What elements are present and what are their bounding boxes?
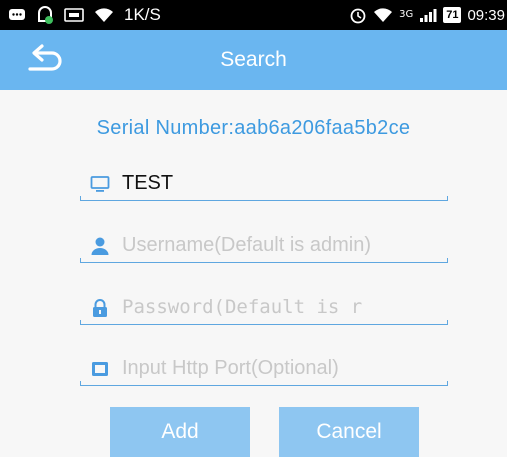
device-name-underline xyxy=(80,196,448,201)
status-bar-left: 1K/S xyxy=(0,5,161,25)
wifi-icon xyxy=(95,8,113,22)
username-field xyxy=(80,227,448,263)
alarm-icon xyxy=(350,8,366,24)
device-name-field xyxy=(80,165,448,201)
username-underline xyxy=(80,258,448,263)
http-port-underline xyxy=(80,381,448,386)
network-type: 3G xyxy=(399,9,414,20)
app-header: Search xyxy=(0,30,507,90)
user-icon xyxy=(91,237,109,255)
screen-cast-icon xyxy=(64,8,84,22)
chat-icon xyxy=(9,9,25,20)
serial-number-label: Serial Number:aab6a206faa5b2ce xyxy=(96,117,411,139)
clock: 09:39 xyxy=(467,6,505,24)
status-bar-right: 3G 71 09:39 xyxy=(349,0,507,30)
cancel-button[interactable]: Cancel xyxy=(279,407,419,457)
http-port-field xyxy=(80,350,448,386)
port-icon xyxy=(92,362,108,376)
add-button[interactable]: Add xyxy=(110,407,250,457)
http-port-input[interactable] xyxy=(122,350,444,386)
monitor-icon xyxy=(90,176,110,192)
username-input[interactable] xyxy=(122,227,444,263)
back-button[interactable] xyxy=(22,42,72,78)
app-notification-icon xyxy=(38,6,53,24)
page-title: Search xyxy=(220,48,287,71)
network-speed: 1K/S xyxy=(124,5,161,24)
password-underline xyxy=(80,320,448,325)
password-field xyxy=(80,289,448,325)
lock-icon xyxy=(93,299,107,317)
back-arrow-icon xyxy=(28,44,62,71)
cell-signal-icon xyxy=(420,9,437,22)
status-bar: 1K/S 3G 71 09:39 xyxy=(0,0,507,30)
password-input[interactable] xyxy=(122,289,444,325)
device-name-input[interactable] xyxy=(122,165,444,201)
wifi-signal-icon xyxy=(374,8,393,22)
battery-indicator: 71 xyxy=(443,7,462,23)
